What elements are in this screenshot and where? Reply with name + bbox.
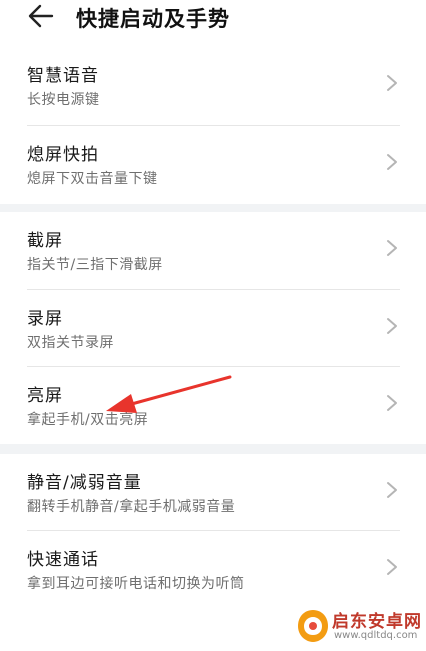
row-title: 智慧语音: [27, 66, 99, 86]
row-title: 熄屏快拍: [27, 145, 99, 165]
chevron-right-icon: [387, 240, 397, 256]
watermark-url: www.qdltdq.com: [334, 630, 418, 641]
watermark: 启东安卓网 www.qdltdq.com: [290, 604, 426, 649]
row-subtitle: 双指关节录屏: [27, 335, 114, 351]
back-arrow-icon[interactable]: [26, 2, 56, 30]
row-title: 录屏: [27, 309, 63, 329]
header-bar: 快捷启动及手势: [0, 0, 426, 36]
settings-row-smart-voice[interactable]: 智慧语音 长按电源键: [0, 47, 426, 125]
settings-row-screen-record[interactable]: 录屏 双指关节录屏: [0, 290, 426, 366]
settings-row-wake-screen[interactable]: 亮屏 拿起手机/双击亮屏: [0, 367, 426, 444]
section-gap: [0, 444, 426, 454]
row-subtitle: 拿到耳边可接听电话和切换为听筒: [27, 576, 245, 592]
chevron-right-icon: [387, 395, 397, 411]
chevron-right-icon: [387, 154, 397, 170]
row-subtitle: 翻转手机静音/拿起手机减弱音量: [27, 499, 236, 515]
chevron-right-icon: [387, 318, 397, 334]
chevron-right-icon: [387, 75, 397, 91]
row-subtitle: 指关节/三指下滑截屏: [27, 257, 163, 273]
chevron-right-icon: [387, 559, 397, 575]
row-title: 亮屏: [27, 386, 63, 406]
watermark-logo-icon: [298, 610, 328, 642]
row-subtitle: 熄屏下双击音量下键: [27, 171, 158, 187]
settings-row-screenshot[interactable]: 截屏 指关节/三指下滑截屏: [0, 212, 426, 289]
row-subtitle: 长按电源键: [27, 92, 100, 108]
section-gap: [0, 204, 426, 212]
settings-row-quick-call[interactable]: 快速通话 拿到耳边可接听电话和切换为听筒: [0, 531, 426, 609]
watermark-name: 启东安卓网: [332, 612, 422, 632]
row-title: 快速通话: [27, 550, 99, 570]
settings-row-screen-off-snap[interactable]: 熄屏快拍 熄屏下双击音量下键: [0, 126, 426, 204]
row-title: 静音/减弱音量: [27, 473, 142, 493]
page-title: 快捷启动及手势: [76, 7, 230, 31]
chevron-right-icon: [387, 482, 397, 498]
row-subtitle: 拿起手机/双击亮屏: [27, 412, 149, 428]
row-title: 截屏: [27, 231, 63, 251]
settings-row-mute[interactable]: 静音/减弱音量 翻转手机静音/拿起手机减弱音量: [0, 454, 426, 530]
